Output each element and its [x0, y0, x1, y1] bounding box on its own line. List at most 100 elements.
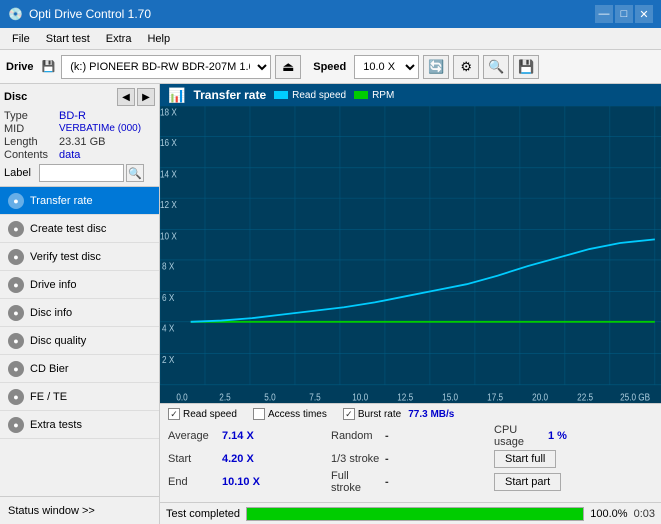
svg-text:10 X: 10 X — [160, 231, 177, 242]
stat-row-start-full: Start full — [494, 450, 653, 468]
speed-select[interactable]: 10.0 X — [354, 55, 419, 79]
nav-label-create-test-disc: Create test disc — [30, 223, 106, 235]
chart-area: 18 X 16 X 14 X 12 X 10 X 8 X 6 X 4 X 2 X… — [160, 106, 661, 403]
type-value: BD-R — [59, 110, 86, 122]
nav-item-fe-te[interactable]: ●FE / TE — [0, 383, 159, 411]
disc-title: Disc — [4, 91, 27, 103]
svg-text:0.0: 0.0 — [176, 392, 187, 403]
stats-grid: Average 7.14 X Random - CPU usage 1 % St… — [168, 424, 653, 494]
nav-item-extra-tests[interactable]: ● Extra tests — [0, 411, 159, 439]
content-area: 📊 Transfer rate Read speed RPM — [160, 84, 661, 524]
start-value: 4.20 X — [222, 453, 262, 465]
nav-items: ●Transfer rate●Create test disc●Verify t… — [0, 187, 159, 439]
nav-item-disc-quality[interactable]: ●Disc quality — [0, 327, 159, 355]
nav-icon-create-test-disc: ● — [8, 221, 24, 237]
app-icon: 💿 — [8, 7, 23, 21]
menu-help[interactable]: Help — [139, 31, 178, 47]
random-value: - — [385, 430, 425, 442]
stat-row-end: End 10.10 X — [168, 470, 327, 494]
label-button[interactable]: 🔍 — [126, 164, 144, 182]
svg-text:22.5: 22.5 — [577, 392, 593, 403]
nav-icon-extra-tests: ● — [8, 417, 24, 433]
eject-button[interactable]: ⏏ — [275, 55, 301, 79]
nav-icon-drive-info: ● — [8, 277, 24, 293]
stat-row-start: Start 4.20 X — [168, 450, 327, 468]
nav-item-disc-info[interactable]: ●Disc info — [0, 299, 159, 327]
legend-row: Read speed Access times Burst rate 77.3 … — [168, 408, 653, 420]
svg-text:20.0: 20.0 — [532, 392, 548, 403]
svg-text:6 X: 6 X — [162, 293, 174, 304]
chart-header: 📊 Transfer rate Read speed RPM — [160, 84, 661, 106]
filter-button[interactable]: 🔍 — [483, 55, 509, 79]
svg-text:5.0: 5.0 — [264, 392, 275, 403]
disc-icon-btn-2[interactable]: ▶ — [137, 88, 155, 106]
nav-icon-fe-te: ● — [8, 389, 24, 405]
drive-label: Drive — [6, 61, 34, 73]
nav-label-drive-info: Drive info — [30, 279, 76, 291]
nav-label-extra-tests: Extra tests — [30, 419, 82, 431]
onethird-value: - — [385, 453, 425, 465]
svg-text:12 X: 12 X — [160, 199, 177, 210]
stat-row-fullstroke: Full stroke - — [331, 470, 490, 494]
end-value: 10.10 X — [222, 476, 262, 488]
read-speed-checkbox[interactable] — [168, 408, 180, 420]
nav-item-verify-test-disc[interactable]: ●Verify test disc — [0, 243, 159, 271]
nav-item-cd-bier[interactable]: ●CD Bier — [0, 355, 159, 383]
app-title: Opti Drive Control 1.70 — [29, 7, 151, 21]
nav-label-disc-quality: Disc quality — [30, 335, 86, 347]
disc-icon-btn-1[interactable]: ◀ — [117, 88, 135, 106]
start-part-button[interactable]: Start part — [494, 473, 561, 491]
main-layout: Disc ◀ ▶ Type BD-R MID VERBATIMe (000) L… — [0, 84, 661, 524]
start-full-button[interactable]: Start full — [494, 450, 556, 468]
drive-icon: 💾 — [42, 60, 56, 73]
fullstroke-label: Full stroke — [331, 470, 381, 494]
menu-extra[interactable]: Extra — [98, 31, 140, 47]
start-label: Start — [168, 453, 218, 465]
save-button[interactable]: 💾 — [513, 55, 539, 79]
length-label: Length — [4, 136, 59, 148]
burst-rate-checkbox[interactable] — [343, 408, 355, 420]
nav-item-drive-info[interactable]: ● Drive info — [0, 271, 159, 299]
nav-item-create-test-disc[interactable]: ● Create test disc — [0, 215, 159, 243]
cpu-label: CPU usage — [494, 424, 544, 448]
svg-text:17.5: 17.5 — [487, 392, 503, 403]
svg-text:8 X: 8 X — [162, 261, 174, 272]
settings-button[interactable]: ⚙ — [453, 55, 479, 79]
onethird-label: 1/3 stroke — [331, 453, 381, 465]
svg-text:4 X: 4 X — [162, 323, 174, 334]
burst-rate-value: 77.3 MB/s — [408, 409, 454, 420]
label-input[interactable] — [39, 164, 124, 182]
disc-panel: Disc ◀ ▶ Type BD-R MID VERBATIMe (000) L… — [0, 84, 159, 187]
svg-text:10.0: 10.0 — [352, 392, 368, 403]
svg-text:2.5: 2.5 — [219, 392, 230, 403]
menu-start-test[interactable]: Start test — [38, 31, 98, 47]
progress-text: 100.0% — [590, 508, 627, 520]
close-button[interactable]: ✕ — [635, 5, 653, 23]
minimize-button[interactable]: — — [595, 5, 613, 23]
type-label: Type — [4, 110, 59, 122]
stat-row-start-part: Start part — [494, 470, 653, 494]
status-window-button[interactable]: Status window >> — [0, 496, 159, 524]
average-label: Average — [168, 430, 218, 442]
nav-label-transfer-rate: Transfer rate — [30, 195, 93, 207]
fullstroke-value: - — [385, 476, 425, 488]
svg-text:25.0 GB: 25.0 GB — [620, 392, 650, 403]
stat-row-cpu: CPU usage 1 % — [494, 424, 653, 448]
contents-label: Contents — [4, 149, 59, 161]
access-times-checkbox[interactable] — [253, 408, 265, 420]
svg-text:16 X: 16 X — [160, 137, 177, 148]
svg-text:15.0: 15.0 — [442, 392, 458, 403]
refresh-button[interactable]: 🔄 — [423, 55, 449, 79]
chart-title: Transfer rate — [193, 88, 266, 102]
time-text: 0:03 — [634, 508, 655, 520]
maximize-button[interactable]: □ — [615, 5, 633, 23]
nav-item-transfer-rate[interactable]: ●Transfer rate — [0, 187, 159, 215]
drive-select[interactable]: (k:) PIONEER BD-RW BDR-207M 1.60 — [61, 55, 271, 79]
menu-file[interactable]: File — [4, 31, 38, 47]
progress-bar-container — [246, 507, 584, 521]
nav-label-disc-info: Disc info — [30, 307, 72, 319]
chart-svg: 18 X 16 X 14 X 12 X 10 X 8 X 6 X 4 X 2 X… — [160, 106, 661, 403]
stat-row-random: Random - — [331, 424, 490, 448]
end-label: End — [168, 476, 218, 488]
speed-label: Speed — [313, 61, 346, 73]
